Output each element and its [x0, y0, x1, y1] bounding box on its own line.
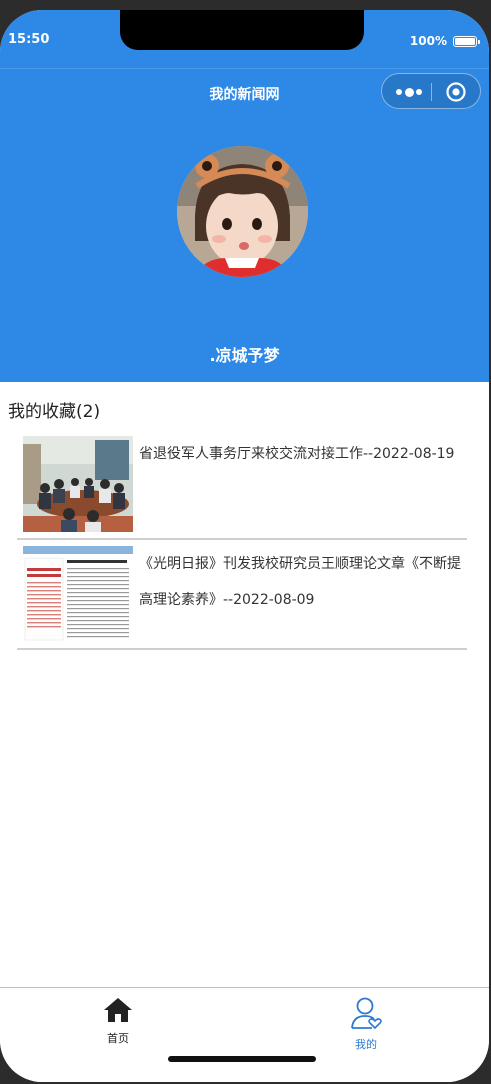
user-heart-icon	[351, 997, 382, 1030]
tab-home[interactable]: 首页	[78, 996, 158, 1046]
phone-screen: 15:50 100% 我的新闻网 .凉城予梦 我的收藏(2) 省退役军人事务厅来…	[0, 10, 489, 1082]
status-time: 15:50	[8, 32, 50, 47]
tab-mine[interactable]: 我的	[326, 996, 406, 1052]
news-list-item[interactable]: 《光明日报》刊发我校研究员王顺理论文章《不断提高理论素养》--2022-08-0…	[17, 540, 467, 650]
home-indicator	[168, 1056, 316, 1062]
capsule-divider	[431, 83, 432, 101]
miniprogram-capsule	[381, 73, 481, 109]
news-title: 省退役军人事务厅来校交流对接工作--2022-08-19	[139, 446, 455, 462]
battery-percent: 100%	[409, 34, 447, 48]
close-miniprogram-icon[interactable]	[445, 81, 467, 103]
avatar-image	[177, 146, 308, 277]
tab-mine-label: 我的	[355, 1038, 377, 1051]
battery-status: 100%	[409, 34, 480, 48]
profile-header: .凉城予梦	[0, 118, 489, 382]
navigation-bar: 我的新闻网	[0, 68, 489, 119]
tab-home-label: 首页	[107, 1032, 129, 1045]
favorites-heading: 我的收藏(2)	[8, 402, 101, 422]
battery-icon	[453, 35, 480, 47]
tab-bar: 首页 我的	[0, 987, 489, 1082]
more-options-icon[interactable]	[396, 86, 422, 98]
status-bar: 15:50 100%	[0, 10, 489, 68]
home-icon	[104, 998, 132, 1022]
news-thumbnail	[23, 436, 133, 532]
news-list-item[interactable]: 省退役军人事务厅来校交流对接工作--2022-08-19	[17, 430, 467, 540]
username: .凉城予梦	[209, 346, 280, 365]
camera-notch	[120, 10, 364, 50]
avatar[interactable]	[177, 146, 308, 277]
news-thumbnail	[23, 546, 133, 642]
news-title: 《光明日报》刊发我校研究员王顺理论文章《不断提高理论素养》--2022-08-0…	[139, 556, 461, 608]
